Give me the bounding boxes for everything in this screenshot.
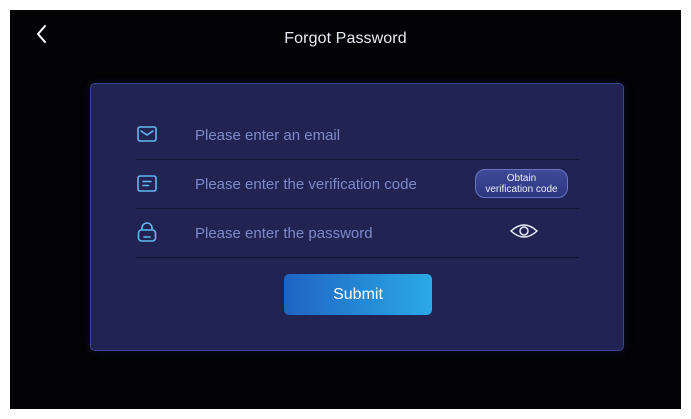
envelope-icon xyxy=(137,126,157,142)
page-title: Forgot Password xyxy=(284,30,407,47)
verification-code-row: Obtain verification code xyxy=(136,159,579,209)
obtain-verification-code-button[interactable]: Obtain verification code xyxy=(475,169,568,198)
obtain-button-label-line1: Obtain xyxy=(506,172,537,184)
verification-code-input[interactable] xyxy=(195,172,465,196)
password-input[interactable] xyxy=(195,221,465,245)
show-password-toggle[interactable] xyxy=(509,220,539,242)
email-input[interactable] xyxy=(195,123,465,147)
eye-icon xyxy=(509,224,539,238)
password-row xyxy=(136,208,579,258)
message-icon xyxy=(137,175,157,192)
forgot-password-card: Obtain verification code Submit xyxy=(90,83,624,351)
forgot-password-screen: Forgot Password Obtain verification code xyxy=(10,10,681,409)
lock-icon xyxy=(137,222,157,242)
email-row xyxy=(136,110,579,160)
submit-button[interactable]: Submit xyxy=(284,274,432,315)
obtain-button-label-line2: verification code xyxy=(485,183,558,195)
